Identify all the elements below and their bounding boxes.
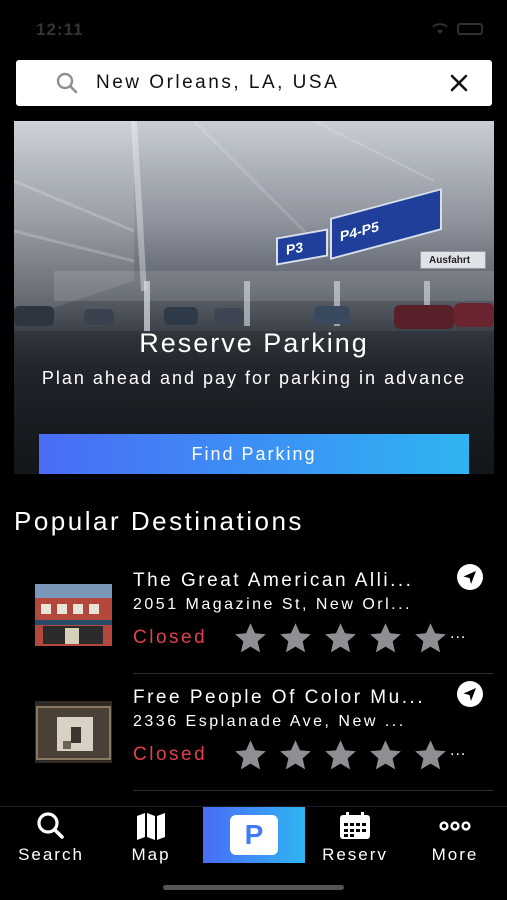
search-icon: [52, 68, 82, 98]
star-icon: [235, 740, 266, 770]
tab-reservations-label: Reserv: [322, 845, 388, 864]
star-icon: [325, 623, 356, 653]
destination-name: Free People Of Color Mu...: [133, 687, 426, 708]
rating-stars: [232, 621, 449, 656]
destination-item[interactable]: Free People Of Color Mu... 2336 Esplanad…: [0, 674, 507, 791]
hero-subtitle: Plan ahead and pay for parking in advanc…: [41, 368, 467, 388]
sign-p3-text: P3: [286, 238, 304, 258]
search-bar[interactable]: [16, 60, 492, 106]
divider: [133, 790, 493, 791]
status-time: 12:11: [36, 20, 84, 39]
destination-more: ...: [450, 625, 467, 642]
destination-item[interactable]: The Great American Alli... 2051 Magazine…: [0, 557, 507, 674]
close-icon[interactable]: [448, 72, 470, 94]
reserve-parking-banner: P3 P4-P5 Ausfahrt Reserve Parking Plan a…: [14, 121, 494, 474]
tab-map-label: Map: [131, 845, 171, 864]
destination-thumbnail: [35, 701, 112, 763]
destination-thumbnail: [35, 584, 112, 646]
star-icon: [415, 623, 446, 653]
star-icon: [415, 740, 446, 770]
tab-parking[interactable]: P: [203, 807, 305, 863]
tab-more-label: More: [431, 845, 479, 864]
more-dots-icon: [439, 821, 471, 831]
navigation-arrow-icon[interactable]: [456, 680, 484, 708]
home-indicator[interactable]: [163, 885, 344, 890]
map-icon: [137, 813, 165, 840]
tab-more[interactable]: More: [415, 807, 495, 867]
star-icon: [280, 623, 311, 653]
destination-more: ...: [450, 742, 467, 759]
battery-icon: [457, 22, 483, 35]
sign-exit-text: Ausfahrt: [429, 254, 471, 266]
star-icon: [280, 740, 311, 770]
popular-destinations-title: Popular Destinations: [14, 506, 304, 536]
rating-stars: [232, 738, 449, 773]
destinations-list: The Great American Alli... 2051 Magazine…: [0, 557, 507, 791]
tab-search-label: Search: [18, 845, 84, 864]
wifi-icon: [432, 23, 448, 34]
star-icon: [325, 740, 356, 770]
tab-map[interactable]: Map: [111, 807, 191, 867]
parking-icon: P: [230, 815, 278, 855]
navigation-arrow-icon[interactable]: [456, 563, 484, 591]
sign-p4-p5-text: P4-P5: [340, 217, 379, 245]
calendar-icon: [340, 812, 370, 839]
status-icons: [431, 22, 483, 35]
parking-garage-image: [14, 121, 494, 474]
destination-address: 2051 Magazine St, New Orl...: [133, 596, 412, 613]
status-badge: Closed: [133, 627, 208, 648]
tab-search[interactable]: Search: [6, 807, 96, 867]
search-input[interactable]: [96, 72, 426, 94]
sign-exit: Ausfahrt: [420, 251, 486, 269]
destination-address: 2336 Esplanade Ave, New ...: [133, 713, 406, 730]
tab-reservations[interactable]: Reserv: [310, 807, 400, 867]
find-parking-button[interactable]: Find Parking: [39, 434, 469, 474]
search-icon: [37, 812, 64, 839]
star-icon: [370, 740, 401, 770]
hero-title: Reserve Parking: [139, 328, 369, 358]
star-icon: [235, 623, 266, 653]
star-icon: [370, 623, 401, 653]
status-badge: Closed: [133, 744, 208, 765]
status-bar: 12:11: [0, 0, 507, 56]
destination-name: The Great American Alli...: [133, 570, 414, 591]
